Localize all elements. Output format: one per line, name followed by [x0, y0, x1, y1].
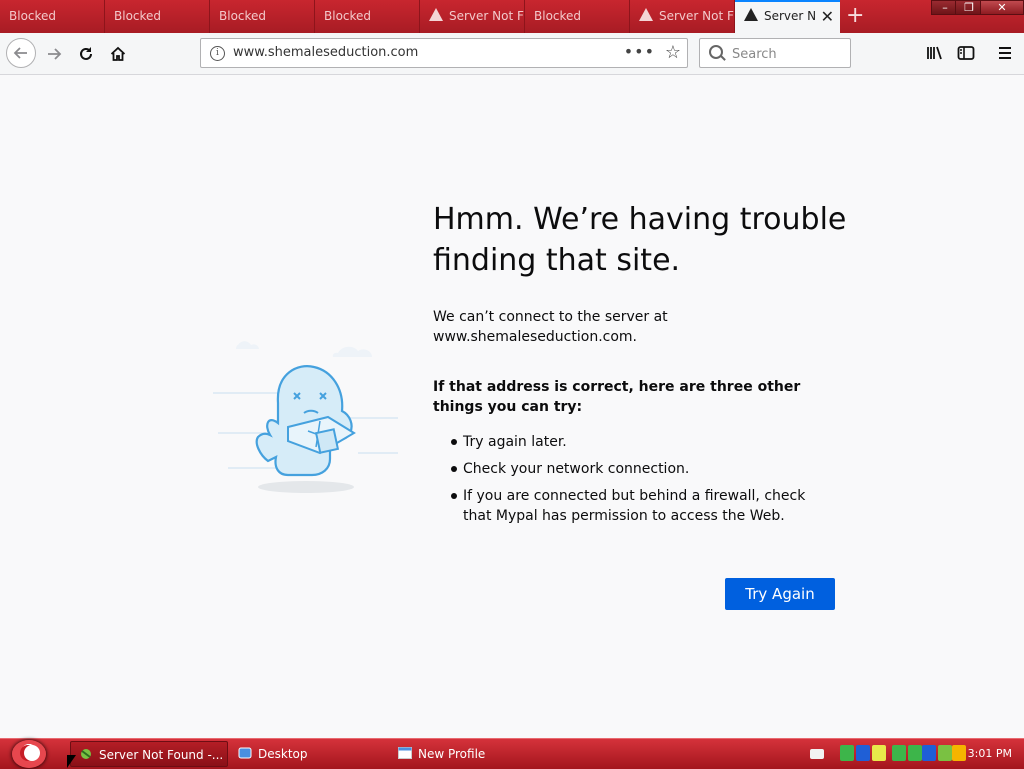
- tab-blocked-5[interactable]: Blocked: [525, 0, 630, 33]
- tab-server-not-found-2[interactable]: Server Not F: [630, 0, 735, 33]
- tray-icon[interactable]: [938, 745, 952, 761]
- sidebar-button[interactable]: [953, 40, 979, 66]
- back-button[interactable]: [6, 38, 36, 68]
- tab-label: Blocked: [219, 9, 267, 23]
- library-button[interactable]: [922, 40, 948, 66]
- warning-icon: [429, 8, 443, 21]
- tab-blocked-4[interactable]: Blocked: [315, 0, 420, 33]
- library-icon: [927, 46, 942, 60]
- forward-arrow-icon: [48, 48, 62, 60]
- info-icon[interactable]: i: [210, 46, 225, 61]
- forward-button[interactable]: [40, 40, 68, 68]
- error-page: Hmm. We’re having trouble finding that s…: [0, 75, 1024, 738]
- bookmark-star-icon[interactable]: ☆: [665, 39, 681, 67]
- clock[interactable]: 3:01 PM: [968, 739, 1012, 769]
- taskbar-item-desktop[interactable]: Desktop: [230, 741, 370, 767]
- tray-icon[interactable]: [952, 745, 966, 761]
- search-icon: [709, 45, 723, 59]
- tab-blocked-2[interactable]: Blocked: [105, 0, 210, 33]
- maximize-button[interactable]: ❐: [955, 0, 983, 15]
- list-item: Try again later.: [433, 432, 833, 452]
- tray-icon[interactable]: [922, 745, 936, 761]
- tab-blocked-1[interactable]: Blocked: [0, 0, 105, 33]
- window-icon: [398, 747, 412, 759]
- tab-label: Server Not F: [659, 9, 734, 23]
- url-text[interactable]: www.shemaleseduction.com: [233, 39, 418, 67]
- start-button[interactable]: [12, 740, 46, 768]
- tray-icon[interactable]: [856, 745, 870, 761]
- navigation-toolbar: i www.shemaleseduction.com ••• ☆: [0, 33, 1024, 75]
- sidebar-icon: [957, 46, 975, 60]
- tab-label: Server Not F: [449, 9, 524, 23]
- tray-icon[interactable]: [892, 745, 906, 761]
- tray-icon[interactable]: [810, 749, 824, 759]
- crescent-icon: [20, 745, 40, 761]
- warning-icon: [639, 8, 653, 21]
- home-button[interactable]: [104, 40, 132, 68]
- warning-icon: [744, 8, 758, 21]
- tab-server-not-found-1[interactable]: Server Not F: [420, 0, 525, 33]
- tab-label: Server N: [764, 9, 817, 23]
- tray-icon[interactable]: [908, 745, 922, 761]
- page-actions-icon[interactable]: •••: [624, 39, 655, 65]
- taskbar-item-label: Desktop: [258, 747, 308, 761]
- taskbar-item-new-profile[interactable]: New Profile: [390, 741, 540, 767]
- close-window-button[interactable]: ✕: [980, 0, 1024, 15]
- sad-dinosaur-illustration: [213, 341, 398, 493]
- desktop-icon: [238, 747, 252, 759]
- search-box[interactable]: [699, 38, 851, 68]
- menu-icon: [999, 47, 1011, 59]
- mouse-cursor: [67, 755, 76, 768]
- tab-label: Blocked: [324, 9, 372, 23]
- search-input[interactable]: [730, 43, 844, 65]
- list-item: Check your network connection.: [433, 459, 833, 479]
- reload-icon: [80, 47, 92, 60]
- back-arrow-icon: [13, 47, 27, 59]
- list-item: If you are connected but behind a firewa…: [433, 486, 833, 526]
- tab-label: Blocked: [534, 9, 582, 23]
- tab-strip: Blocked Blocked Blocked Blocked Server N…: [0, 0, 1024, 33]
- new-tab-button[interactable]: +: [846, 3, 864, 29]
- tab-server-not-found-active[interactable]: Server N ✕: [735, 0, 840, 33]
- tray-icon[interactable]: [840, 745, 854, 761]
- home-icon: [110, 46, 126, 61]
- reload-button[interactable]: [72, 40, 100, 68]
- close-tab-icon[interactable]: ✕: [821, 2, 834, 31]
- menu-button[interactable]: [992, 40, 1018, 66]
- tray-icon[interactable]: [872, 745, 886, 761]
- error-title: Hmm. We’re having trouble finding that s…: [433, 202, 847, 278]
- taskbar-item-label: Server Not Found -...: [99, 748, 224, 762]
- suggestions-heading: If that address is correct, here are thr…: [433, 379, 801, 415]
- url-bar[interactable]: i www.shemaleseduction.com ••• ☆: [200, 38, 688, 68]
- tab-label: Blocked: [9, 9, 57, 23]
- tab-blocked-3[interactable]: Blocked: [210, 0, 315, 33]
- taskbar: Server Not Found -... Desktop New Profil…: [0, 738, 1024, 769]
- browser-app-icon: [81, 749, 91, 759]
- error-description: We can’t connect to the server at www.sh…: [433, 309, 668, 345]
- try-again-button[interactable]: Try Again: [725, 578, 835, 610]
- taskbar-item-browser[interactable]: Server Not Found -...: [70, 741, 228, 767]
- taskbar-item-label: New Profile: [418, 747, 486, 761]
- suggestions-list: Try again later. Check your network conn…: [433, 432, 833, 533]
- tab-label: Blocked: [114, 9, 162, 23]
